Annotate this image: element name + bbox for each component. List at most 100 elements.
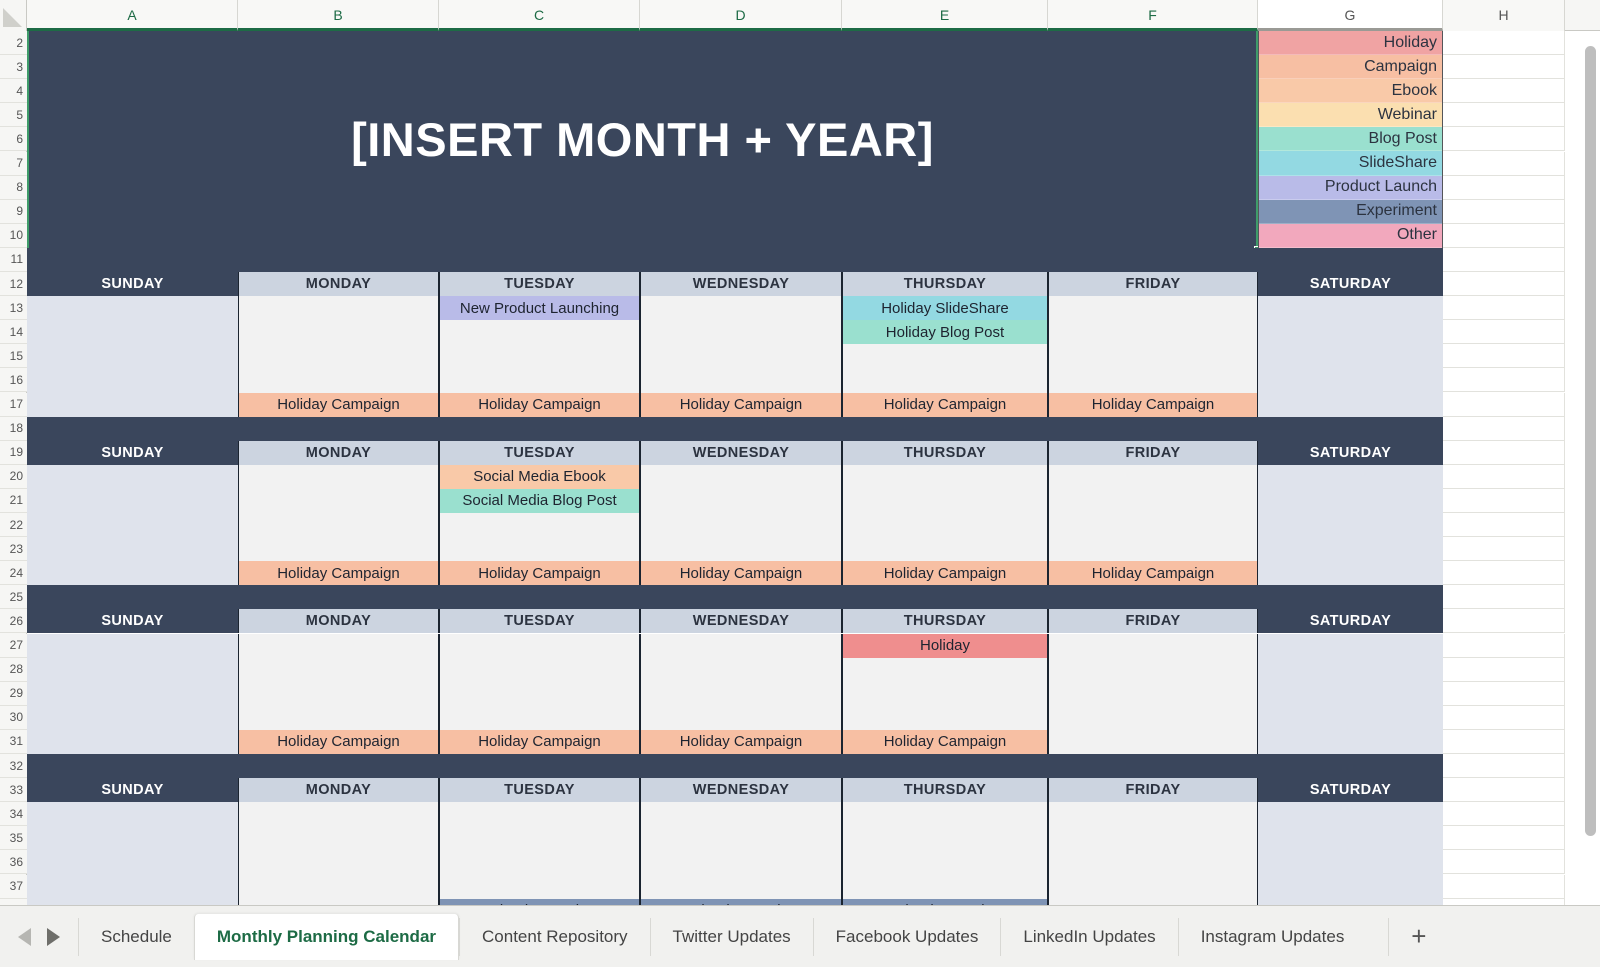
legend-item-ebook[interactable]: Ebook <box>1259 79 1442 104</box>
sheet-tab-facebook-updates[interactable]: Facebook Updates <box>812 917 1001 956</box>
column-header-b[interactable]: B <box>238 0 439 31</box>
legend-item-campaign[interactable]: Campaign <box>1259 55 1442 80</box>
calendar-entry[interactable]: Holiday Campaign <box>440 561 639 586</box>
empty-cell[interactable] <box>1443 79 1565 104</box>
sheet-tab-content-repository[interactable]: Content Repository <box>459 917 650 956</box>
calendar-entry[interactable]: Holiday Campaign <box>239 561 438 586</box>
column-header-h[interactable]: H <box>1443 0 1565 31</box>
calendar-entry[interactable]: Holiday Campaign <box>641 392 841 417</box>
sheet-tab-twitter-updates[interactable]: Twitter Updates <box>649 917 813 956</box>
column-header-f[interactable]: F <box>1048 0 1258 31</box>
empty-cell[interactable] <box>1443 175 1565 200</box>
empty-cell[interactable] <box>1443 705 1565 730</box>
day-header-sunday[interactable]: SUNDAY <box>27 272 238 297</box>
empty-cell[interactable] <box>1443 681 1565 706</box>
row-header-3[interactable]: 3 <box>0 55 27 80</box>
row-header-19[interactable]: 19 <box>0 440 27 465</box>
calendar-entry[interactable]: Holiday Campaign <box>1049 392 1257 417</box>
calendar-entry[interactable]: Holiday Blog Post <box>843 320 1047 345</box>
day-header-friday[interactable]: FRIDAY <box>1048 440 1258 465</box>
calendar-entry[interactable]: Holiday Campaign <box>440 729 639 754</box>
day-header-tuesday[interactable]: TUESDAY <box>439 778 640 803</box>
day-header-saturday[interactable]: SATURDAY <box>1258 609 1443 634</box>
calendar-entry[interactable]: Holiday Campaign <box>641 561 841 586</box>
row-header-35[interactable]: 35 <box>0 826 27 851</box>
empty-cell[interactable] <box>1443 223 1565 248</box>
vertical-scrollbar-thumb[interactable] <box>1585 46 1596 836</box>
row-header-26[interactable]: 26 <box>0 609 27 634</box>
day-header-sunday[interactable]: SUNDAY <box>27 440 238 465</box>
day-header-monday[interactable]: MONDAY <box>238 272 439 297</box>
empty-cell[interactable] <box>1443 127 1565 152</box>
day-header-friday[interactable]: FRIDAY <box>1048 778 1258 803</box>
empty-cell[interactable] <box>1443 585 1565 610</box>
day-header-tuesday[interactable]: TUESDAY <box>439 609 640 634</box>
day-cell-sunday[interactable] <box>27 464 238 586</box>
row-header-34[interactable]: 34 <box>0 802 27 827</box>
day-cell-tuesday[interactable] <box>439 802 640 905</box>
day-header-thursday[interactable]: THURSDAY <box>842 778 1048 803</box>
empty-cell[interactable] <box>1443 296 1565 321</box>
empty-cell[interactable] <box>1443 320 1565 345</box>
day-cell-sunday[interactable] <box>27 802 238 905</box>
day-header-thursday[interactable]: THURSDAY <box>842 440 1048 465</box>
row-header-4[interactable]: 4 <box>0 79 27 104</box>
empty-cell[interactable] <box>1443 754 1565 779</box>
empty-cell[interactable] <box>1443 537 1565 562</box>
calendar-entry[interactable]: Holiday Campaign <box>239 729 438 754</box>
empty-cell[interactable] <box>1443 826 1565 851</box>
day-cell-saturday[interactable] <box>1258 464 1443 586</box>
empty-cell[interactable] <box>1443 368 1565 393</box>
empty-cell[interactable] <box>1443 488 1565 513</box>
empty-cell[interactable] <box>1443 199 1565 224</box>
row-header-11[interactable]: 11 <box>0 247 27 272</box>
sheet-tab-schedule[interactable]: Schedule <box>78 917 194 956</box>
row-header-14[interactable]: 14 <box>0 320 27 345</box>
row-header-29[interactable]: 29 <box>0 681 27 706</box>
day-header-friday[interactable]: FRIDAY <box>1048 609 1258 634</box>
day-cell-wednesday[interactable] <box>640 802 842 905</box>
empty-cell[interactable] <box>1443 440 1565 465</box>
day-cell-monday[interactable] <box>238 802 439 905</box>
row-header-33[interactable]: 33 <box>0 778 27 803</box>
empty-cell[interactable] <box>1443 729 1565 754</box>
day-header-saturday[interactable]: SATURDAY <box>1258 272 1443 297</box>
day-header-wednesday[interactable]: WEDNESDAY <box>640 778 842 803</box>
row-header-32[interactable]: 32 <box>0 754 27 779</box>
day-cell-friday[interactable] <box>1048 633 1258 754</box>
sheet-tab-monthly-planning-calendar[interactable]: Monthly Planning Calendar <box>193 913 460 960</box>
row-header-2[interactable]: 2 <box>0 31 27 56</box>
day-header-wednesday[interactable]: WEDNESDAY <box>640 272 842 297</box>
empty-cell[interactable] <box>1443 247 1565 272</box>
row-header-24[interactable]: 24 <box>0 561 27 586</box>
legend-item-slideshare[interactable]: SlideShare <box>1259 151 1442 176</box>
empty-cell[interactable] <box>1443 850 1565 875</box>
calendar-entry[interactable]: Holiday Campaign <box>1049 561 1257 586</box>
row-header-13[interactable]: 13 <box>0 296 27 321</box>
month-year-title-banner[interactable]: [INSERT MONTH + YEAR] <box>27 31 1258 250</box>
day-header-monday[interactable]: MONDAY <box>238 440 439 465</box>
row-header-10[interactable]: 10 <box>0 223 27 248</box>
row-header-23[interactable]: 23 <box>0 537 27 562</box>
calendar-entry[interactable]: Holiday Campaign <box>440 392 639 417</box>
day-header-saturday[interactable]: SATURDAY <box>1258 440 1443 465</box>
next-sheet-arrow-icon[interactable] <box>47 927 60 946</box>
column-header-d[interactable]: D <box>640 0 842 31</box>
empty-cell[interactable] <box>1443 464 1565 489</box>
day-header-friday[interactable]: FRIDAY <box>1048 272 1258 297</box>
column-header-a[interactable]: A <box>27 0 238 31</box>
empty-cell[interactable] <box>1443 103 1565 128</box>
spreadsheet-grid[interactable]: [INSERT MONTH + YEAR] Holiday Campaign Eboo… <box>27 31 1600 905</box>
empty-cell[interactable] <box>1443 802 1565 827</box>
day-cell-thursday[interactable] <box>842 802 1048 905</box>
row-header-8[interactable]: 8 <box>0 175 27 200</box>
day-header-tuesday[interactable]: TUESDAY <box>439 440 640 465</box>
row-header-20[interactable]: 20 <box>0 464 27 489</box>
calendar-entry[interactable]: Holiday Campaign <box>843 561 1047 586</box>
row-header-18[interactable]: 18 <box>0 416 27 441</box>
empty-cell[interactable] <box>1443 272 1565 297</box>
column-header-c[interactable]: C <box>439 0 640 31</box>
select-all-corner[interactable] <box>0 0 27 31</box>
sheet-tab-instagram-updates[interactable]: Instagram Updates <box>1177 917 1367 956</box>
row-header-31[interactable]: 31 <box>0 729 27 754</box>
